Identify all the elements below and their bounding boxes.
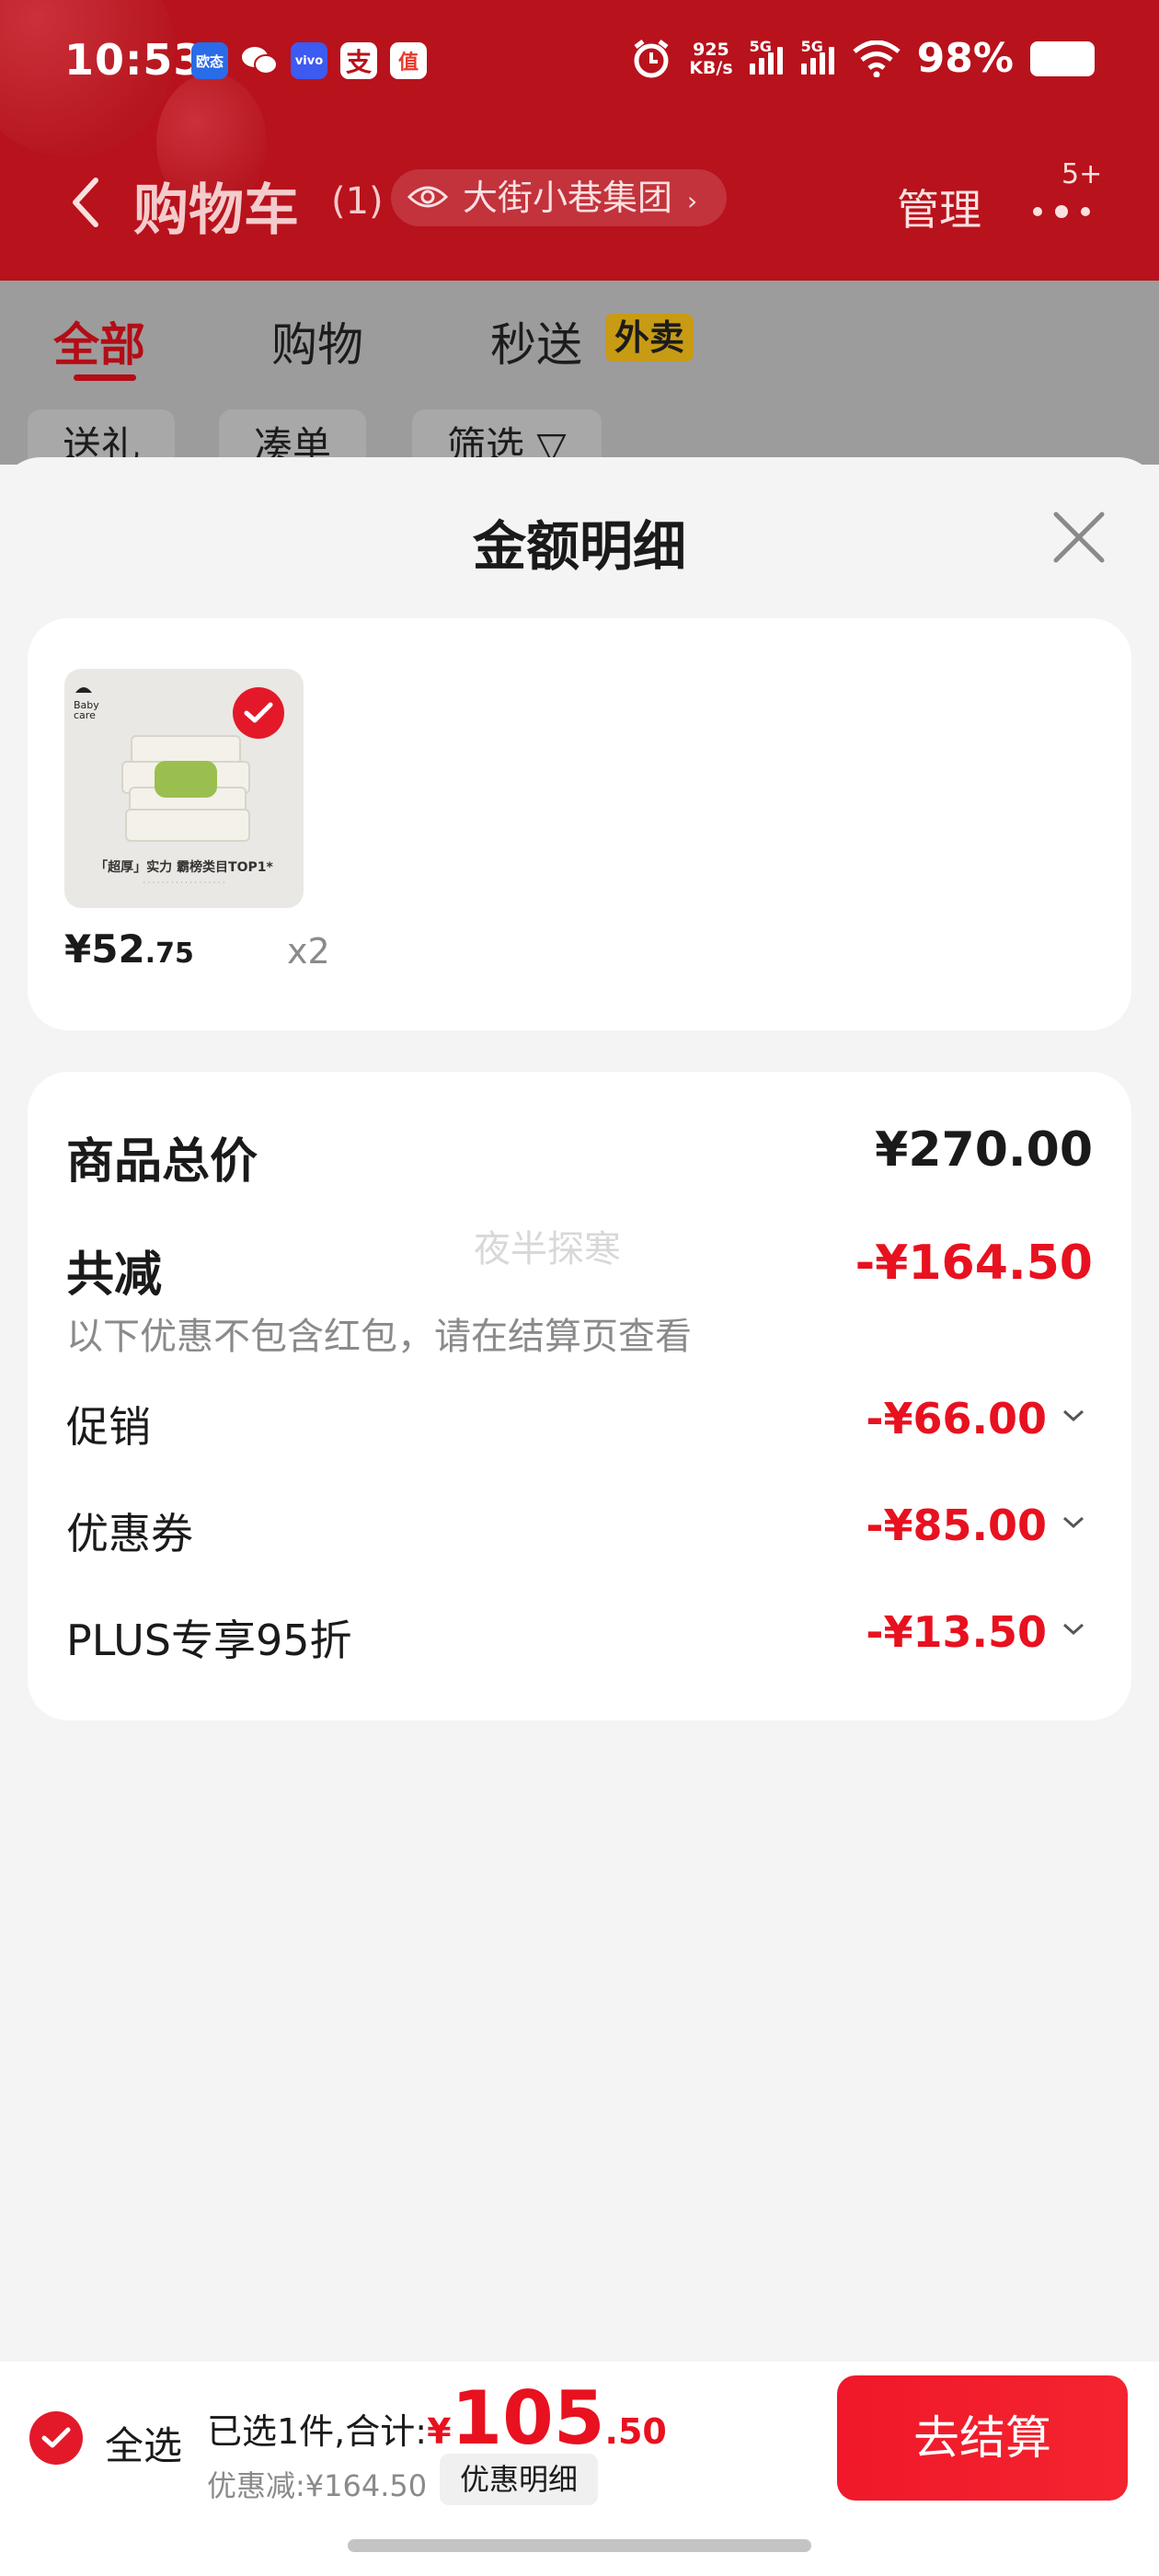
total-decimal: .50 bbox=[604, 2411, 667, 2452]
battery-icon bbox=[1030, 40, 1095, 76]
brand-logo: Baby care bbox=[74, 682, 101, 720]
price-summary-card: 商品总价 ¥270.00 夜半探寒 共减 -¥164.50 以下优惠不包含红包，… bbox=[28, 1072, 1131, 1720]
cart-nav-bar: 购物车 (1) 大街小巷集团 › 管理 5+ bbox=[0, 156, 1159, 248]
manage-button[interactable]: 管理 bbox=[897, 177, 981, 237]
tab-shopping[interactable]: 购物 bbox=[271, 308, 363, 374]
cart-header: 10:53 欧态 vivo 支 值 925 KB/s 5G 5G 98% 购物车… bbox=[0, 0, 1159, 281]
cart-tabs: 全部 购物 秒送 外卖 送礼 凑单 筛选 ▽ bbox=[0, 281, 1159, 483]
wifi-icon bbox=[853, 40, 901, 77]
smzdm-icon: 值 bbox=[390, 42, 427, 79]
discount-row-coupon[interactable]: 优惠券 -¥85.00 bbox=[66, 1501, 1093, 1561]
total-reduction-row: 共减 -¥164.50 bbox=[66, 1236, 1093, 1303]
store-name: 大街小巷集团 bbox=[463, 178, 673, 218]
plus-discount-value: -¥13.50 bbox=[866, 1607, 1047, 1657]
amount-detail-sheet: 金额明细 Baby care 「超厚」实力 霸榜类目TOP1* · · · · … bbox=[0, 457, 1159, 2362]
discount-detail-button[interactable]: 优惠明细 bbox=[440, 2454, 599, 2505]
cart-title: 购物车 bbox=[133, 178, 299, 243]
discount-amount: 优惠减:¥164.50 bbox=[207, 2468, 428, 2503]
battery-level: 98% bbox=[916, 35, 1014, 82]
chevron-down-icon bbox=[1062, 1516, 1084, 1529]
chevron-right-icon: › bbox=[687, 186, 698, 216]
select-all-label[interactable]: 全选 bbox=[105, 2415, 182, 2471]
alarm-icon bbox=[634, 39, 669, 77]
status-indicators: 925 KB/s 5G 5G 98% bbox=[630, 35, 1095, 82]
takeout-badge: 外卖 bbox=[605, 314, 694, 362]
message-badge: 5+ bbox=[1061, 158, 1103, 190]
status-bar: 10:53 欧态 vivo 支 值 925 KB/s 5G 5G 98% bbox=[0, 0, 1159, 124]
coupon-value: -¥85.00 bbox=[866, 1501, 1047, 1550]
product-image[interactable]: Baby care 「超厚」实力 霸榜类目TOP1* · · · · · · ·… bbox=[64, 669, 304, 908]
back-icon[interactable] bbox=[66, 175, 103, 230]
chevron-down-icon bbox=[1062, 1623, 1084, 1636]
status-time: 10:53 bbox=[64, 35, 204, 85]
more-icon[interactable] bbox=[1030, 195, 1095, 223]
order-total: 已选1件,合计: ¥ 105 .50 bbox=[207, 2382, 667, 2455]
tab-underline bbox=[74, 374, 136, 381]
home-indicator[interactable] bbox=[348, 2539, 811, 2552]
cart-count: (1) bbox=[331, 180, 384, 223]
selected-count-text: 已选1件,合计: bbox=[207, 2411, 428, 2452]
tab-instant[interactable]: 秒送 bbox=[490, 308, 582, 374]
product-quantity: x2 bbox=[287, 931, 330, 972]
total-price-label: 商品总价 bbox=[66, 1134, 258, 1190]
checkout-button[interactable]: 去结算 bbox=[837, 2375, 1128, 2501]
sheet-title: 金额明细 bbox=[472, 515, 686, 578]
total-reduction-value: -¥164.50 bbox=[855, 1236, 1093, 1291]
product-price: ¥52.75 bbox=[64, 926, 194, 972]
total-reduction-label: 共减 bbox=[66, 1248, 163, 1303]
discount-row-promotion[interactable]: 促销 -¥66.00 bbox=[66, 1394, 1093, 1455]
plus-discount-label: PLUS专享95折 bbox=[66, 1616, 352, 1665]
alipay-icon: 支 bbox=[340, 42, 377, 79]
select-all-checkbox[interactable] bbox=[29, 2411, 83, 2465]
total-price-value: ¥270.00 bbox=[875, 1122, 1093, 1178]
close-icon[interactable] bbox=[1047, 505, 1111, 569]
oppo-app-icon: 欧态 bbox=[191, 42, 228, 79]
discount-note: 以下优惠不包含红包，请在结算页查看 bbox=[66, 1316, 692, 1358]
network-speed: 925 KB/s bbox=[689, 39, 733, 78]
signal-icon: 5G bbox=[749, 38, 785, 75]
discount-row-plus[interactable]: PLUS专享95折 -¥13.50 bbox=[66, 1607, 1093, 1668]
promotion-label: 促销 bbox=[66, 1402, 151, 1452]
selected-check-icon[interactable] bbox=[233, 687, 284, 739]
promotion-value: -¥66.00 bbox=[866, 1394, 1047, 1443]
notification-icons: 欧态 vivo 支 值 bbox=[191, 42, 427, 79]
store-selector[interactable]: 大街小巷集团 › bbox=[391, 169, 728, 226]
total-integer: 105 bbox=[451, 2375, 605, 2461]
eye-icon bbox=[407, 186, 448, 208]
total-currency: ¥ bbox=[427, 2411, 452, 2452]
image-subcaption: · · · · · · · · · · · · · · · · · · bbox=[143, 879, 225, 887]
vivo-icon: vivo bbox=[291, 42, 327, 79]
total-price-row: 商品总价 ¥270.00 bbox=[66, 1122, 1093, 1190]
tab-all[interactable]: 全部 bbox=[53, 308, 145, 374]
chevron-down-icon bbox=[1062, 1409, 1084, 1422]
product-card: Baby care 「超厚」实力 霸榜类目TOP1* · · · · · · ·… bbox=[28, 618, 1131, 1030]
image-caption: 「超厚」实力 霸榜类目TOP1* bbox=[95, 860, 273, 875]
wechat-icon bbox=[241, 42, 278, 79]
coupon-label: 优惠券 bbox=[66, 1509, 193, 1558]
signal-icon: 5G bbox=[800, 38, 836, 75]
